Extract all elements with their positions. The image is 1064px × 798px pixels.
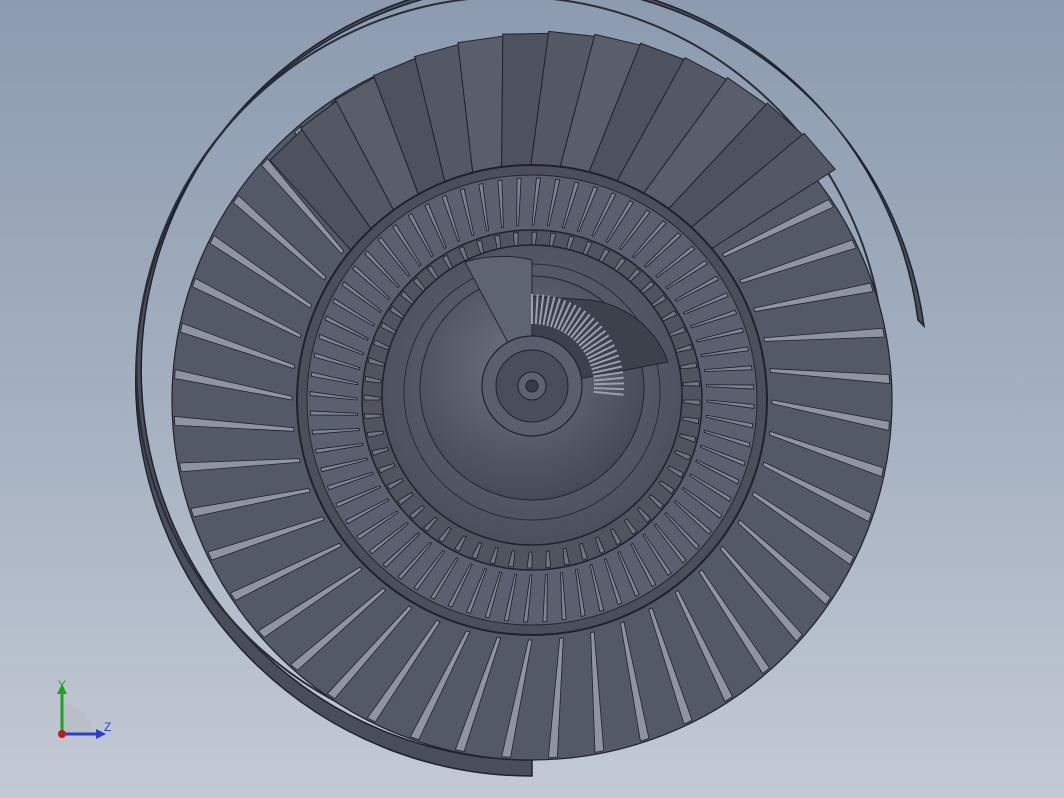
hub-fin bbox=[593, 387, 624, 391]
y-axis-label: Y bbox=[58, 678, 66, 692]
hub-fin bbox=[593, 382, 624, 386]
z-axis-label: Z bbox=[104, 720, 111, 734]
hub-disc bbox=[381, 244, 683, 546]
3d-model-view[interactable] bbox=[0, 0, 1064, 798]
reference-triad: Y Z bbox=[57, 678, 111, 739]
graphics-viewport[interactable]: Y Z bbox=[0, 0, 1064, 798]
triad-plane bbox=[62, 704, 92, 734]
x-axis-origin bbox=[58, 730, 66, 738]
